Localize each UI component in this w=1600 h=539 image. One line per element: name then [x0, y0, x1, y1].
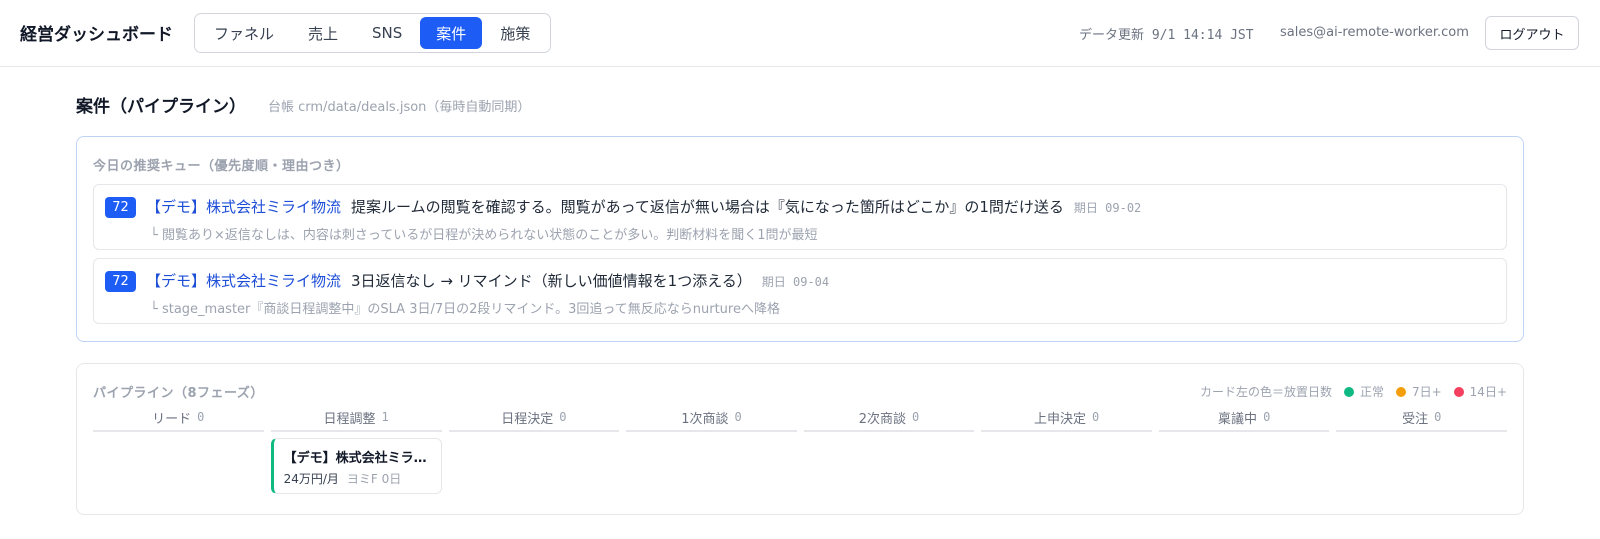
app-title: 経営ダッシュボード	[20, 25, 173, 45]
pipeline-column-approval: 稟議中 0	[1158, 404, 1330, 494]
pipeline-column-second-meeting: 2次商談 0	[803, 404, 975, 494]
column-name: 1次商談	[681, 411, 729, 427]
queue-reason: └ stage_master『商談日程調整中』のSLA 3日/7日の2段リマイン…	[150, 302, 780, 317]
pipeline-title: パイプライン（8フェーズ）	[93, 386, 264, 401]
pipeline-panel: パイプライン（8フェーズ） カード左の色＝放置日数 正常 7日+ 14日+ リー…	[76, 363, 1524, 515]
pipeline-column-scheduling: 日程調整 1 【デモ】株式会社ミライ物流 24万円/月 ヨミF 0日	[270, 404, 442, 494]
column-count: 0	[1091, 410, 1100, 424]
queue-title: 今日の推奨キュー（優先度順・理由つき）	[93, 159, 350, 174]
column-count: 0	[912, 410, 920, 424]
tab-sales[interactable]: 売上	[292, 17, 354, 49]
priority-score-badge: 72	[105, 271, 136, 292]
column-name: 日程決定	[501, 411, 554, 427]
deal-card[interactable]: 【デモ】株式会社ミライ物流 24万円/月 ヨミF 0日	[270, 438, 442, 494]
top-header: 経営ダッシュボード ファネル 売上 SNS 案件 施策 データ更新 9/1 14…	[0, 0, 1600, 67]
queue-action-text: 3日返信なし → リマインド（新しい価値情報を1つ添える）	[351, 272, 752, 290]
column-name: 稟議中	[1218, 411, 1258, 427]
company-link[interactable]: 【デモ】株式会社ミライ物流	[146, 196, 341, 217]
tab-initiatives[interactable]: 施策	[484, 17, 546, 49]
pipeline-column-lead: リード 0	[93, 404, 264, 494]
company-link[interactable]: 【デモ】株式会社ミライ物流	[146, 270, 341, 291]
column-name: 日程調整	[323, 411, 376, 427]
legend-7days: 7日+	[1411, 385, 1442, 399]
priority-score-badge: 72	[105, 197, 136, 218]
due-date: 期日 09-02	[1073, 201, 1142, 215]
column-name: 受注	[1402, 411, 1429, 427]
tab-funnel[interactable]: ファネル	[198, 17, 290, 49]
legend-dot-7days-icon	[1395, 386, 1406, 397]
column-name: 上申決定	[1033, 411, 1086, 427]
column-count: 0	[1263, 410, 1271, 424]
column-count: 0	[734, 410, 742, 424]
page-subtitle: 台帳 crm/data/deals.json（毎時自動同期）	[268, 100, 531, 115]
pipeline-column-scheduled: 日程決定 0	[448, 404, 620, 494]
user-email: sales@ai-remote-worker.com	[1280, 25, 1469, 40]
deal-name: 【デモ】株式会社ミライ物流	[283, 451, 431, 466]
column-name: 2次商談	[858, 411, 907, 427]
data-updated-time: データ更新 9/1 14:14 JST	[1079, 28, 1254, 43]
page-title: 案件（パイプライン）	[76, 97, 246, 117]
column-count: 0	[559, 410, 567, 424]
pipeline-column-first-meeting: 1次商談 0	[626, 404, 797, 494]
column-count: 0	[197, 410, 205, 424]
pipeline-column-won: 受注 0	[1336, 404, 1508, 494]
column-name: リード	[152, 411, 192, 427]
tab-sns[interactable]: SNS	[356, 17, 418, 49]
legend-dot-normal-icon	[1343, 386, 1354, 397]
legend-dot-14days-icon	[1453, 386, 1464, 397]
main-tabs: ファネル 売上 SNS 案件 施策	[194, 13, 551, 53]
queue-item[interactable]: 72 【デモ】株式会社ミライ物流 3日返信なし → リマインド（新しい価値情報を…	[93, 258, 1507, 324]
queue-action-text: 提案ルームの閲覧を確認する。閲覧があって返信が無い場合は『気になった箇所はどこか…	[351, 198, 1064, 216]
pipeline-column-escalation: 上申決定 0	[981, 404, 1152, 494]
queue-item[interactable]: 72 【デモ】株式会社ミライ物流 提案ルームの閲覧を確認する。閲覧があって返信が…	[93, 184, 1507, 250]
column-count: 1	[381, 410, 389, 424]
tab-deals[interactable]: 案件	[420, 17, 483, 49]
legend-14days: 14日+	[1469, 385, 1507, 399]
queue-reason: └ 閲覧あり×返信なしは、内容は刺さっているが日程が決められない状態のことが多い…	[150, 228, 818, 243]
deal-status: ヨミF 0日	[346, 472, 402, 486]
legend-normal: 正常	[1359, 385, 1384, 399]
deal-amount: 24万円/月	[283, 472, 339, 486]
column-count: 0	[1434, 410, 1442, 424]
staleness-legend: カード左の色＝放置日数 正常 7日+ 14日+	[1200, 383, 1507, 400]
pipeline-columns: リード 0 日程調整 1 【デモ】株式会社ミライ物流 24万円/月 ヨミF 0日…	[93, 404, 1508, 494]
recommended-queue-panel: 今日の推奨キュー（優先度順・理由つき） 72 【デモ】株式会社ミライ物流 提案ル…	[76, 136, 1524, 342]
logout-button[interactable]: ログアウト	[1485, 16, 1579, 50]
legend-label: カード左の色＝放置日数	[1199, 385, 1332, 399]
due-date: 期日 09-04	[761, 275, 830, 289]
